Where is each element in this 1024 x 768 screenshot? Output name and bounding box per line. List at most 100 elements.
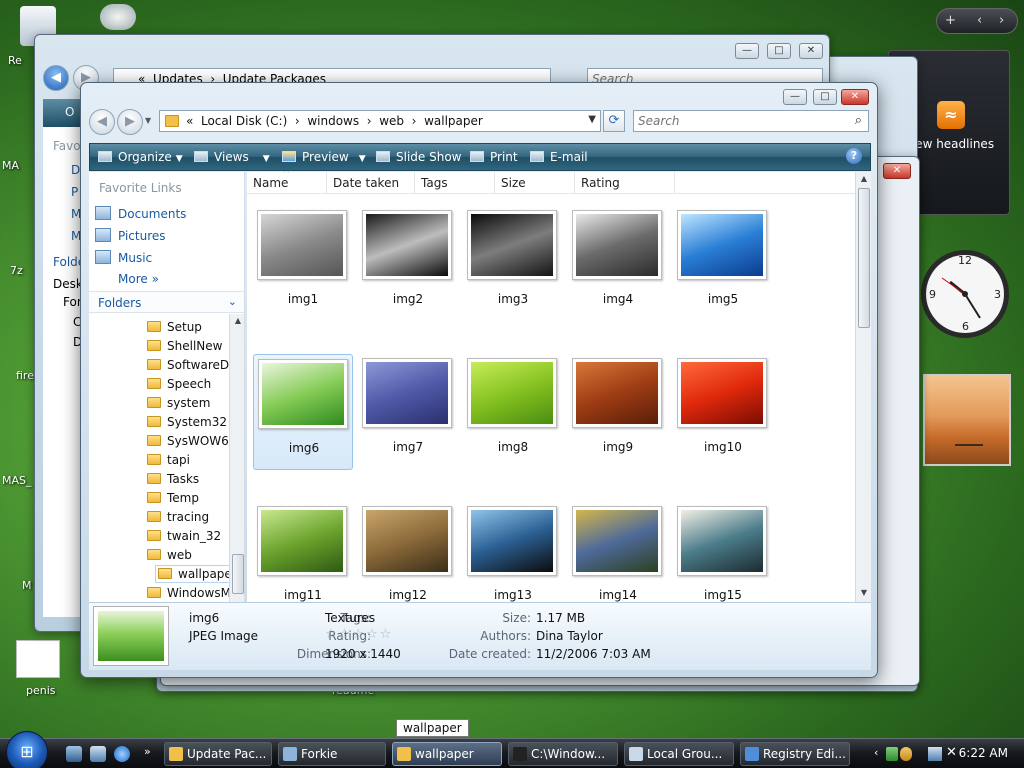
- file-thumbnail[interactable]: img10: [673, 354, 773, 470]
- tree-item[interactable]: ShellNew: [147, 339, 222, 353]
- file-thumbnail[interactable]: img6: [253, 354, 353, 470]
- back-button[interactable]: ◀: [43, 65, 69, 91]
- file-thumbnail[interactable]: img3: [463, 206, 563, 322]
- sidebar-controls[interactable]: + ‹ ›: [936, 8, 1018, 34]
- folders-header[interactable]: Folders ⌄: [89, 291, 244, 313]
- taskbar-button[interactable]: wallpaper: [392, 742, 502, 766]
- scrollbar-thumb[interactable]: [858, 188, 870, 328]
- authors-value[interactable]: Dina Taylor: [536, 629, 603, 643]
- tags-value[interactable]: Textures: [325, 611, 375, 625]
- close-button[interactable]: ✕: [841, 89, 869, 105]
- recent-pages-dropdown-icon[interactable]: ▼: [145, 116, 151, 125]
- tree-item[interactable]: system: [147, 396, 210, 410]
- shield-icon[interactable]: [886, 747, 898, 761]
- star-icon[interactable]: ☆: [339, 627, 353, 642]
- network-icon[interactable]: [928, 747, 942, 761]
- taskbar-button[interactable]: Forkie: [278, 742, 386, 766]
- tree-item[interactable]: web: [147, 548, 192, 562]
- tree-item[interactable]: tapi: [147, 453, 190, 467]
- file-list-scrollbar[interactable]: ▲ ▼: [855, 172, 871, 602]
- organize-button[interactable]: Organize ▼: [98, 150, 183, 164]
- chevron-left-icon[interactable]: ‹: [977, 13, 982, 28]
- desktop-icon-app[interactable]: [100, 4, 136, 30]
- users-icon[interactable]: [900, 747, 912, 761]
- chevron-right-icon[interactable]: ›: [999, 13, 1004, 28]
- file-thumbnail[interactable]: img12: [358, 502, 458, 602]
- nav-item[interactable]: For: [63, 295, 82, 309]
- toolbar-label[interactable]: O: [65, 105, 74, 119]
- slideshow-gadget[interactable]: [923, 374, 1011, 466]
- start-button[interactable]: ⊞: [6, 731, 48, 768]
- breadcrumb-item[interactable]: web: [379, 114, 404, 128]
- print-button[interactable]: Print: [470, 150, 518, 164]
- tray-arrow-icon[interactable]: ‹: [874, 746, 878, 759]
- file-thumbnail[interactable]: img7: [358, 354, 458, 470]
- maximize-button[interactable]: □: [813, 89, 837, 105]
- file-thumbnail[interactable]: img14: [568, 502, 668, 602]
- breadcrumb-item[interactable]: windows: [307, 114, 359, 128]
- file-thumbnail[interactable]: img1: [253, 206, 353, 322]
- tree-item[interactable]: SysWOW64: [147, 434, 236, 448]
- tree-item[interactable]: Setup: [147, 320, 202, 334]
- quick-launch-overflow-icon[interactable]: »: [144, 745, 151, 758]
- tree-item[interactable]: Tasks: [147, 472, 199, 486]
- back-button[interactable]: ◀: [89, 109, 115, 135]
- search-icon[interactable]: ⌕: [855, 113, 862, 128]
- column-header-date[interactable]: Date taken: [327, 172, 415, 194]
- tree-item[interactable]: System32: [147, 415, 227, 429]
- maximize-button[interactable]: □: [767, 43, 791, 59]
- favorite-link-music[interactable]: Music: [95, 250, 152, 265]
- star-icon[interactable]: ☆: [352, 627, 366, 642]
- column-header-tags[interactable]: Tags: [415, 172, 495, 194]
- scroll-up-icon[interactable]: ▲: [856, 174, 871, 183]
- file-thumbnail[interactable]: img11: [253, 502, 353, 602]
- forward-button[interactable]: ▶: [117, 109, 143, 135]
- taskbar-button[interactable]: C:\Window...: [508, 742, 618, 766]
- minimize-button[interactable]: —: [735, 43, 759, 59]
- nav-item[interactable]: Favo: [53, 139, 81, 153]
- star-icon[interactable]: ☆: [325, 627, 339, 642]
- star-icon[interactable]: ☆: [366, 627, 380, 642]
- tree-item[interactable]: WindowsM: [147, 586, 231, 600]
- email-button[interactable]: E-mail: [530, 150, 588, 164]
- scroll-down-icon[interactable]: ▼: [856, 588, 871, 597]
- scrollbar-thumb[interactable]: [232, 554, 244, 594]
- volume-muted-icon[interactable]: ✕: [946, 745, 957, 760]
- taskbar-button[interactable]: Local Grou...: [624, 742, 734, 766]
- switch-windows-icon[interactable]: [90, 746, 106, 762]
- file-thumbnail[interactable]: img15: [673, 502, 773, 602]
- favorite-link-pictures[interactable]: Pictures: [95, 228, 166, 243]
- search-box[interactable]: ⌕: [633, 110, 869, 132]
- refresh-button[interactable]: ⟳: [603, 110, 625, 132]
- add-gadget-icon[interactable]: +: [945, 13, 956, 28]
- views-button[interactable]: Views ▼: [194, 150, 270, 164]
- address-bar[interactable]: « Local Disk (C:) › windows › web › wall…: [159, 110, 601, 132]
- minimize-button[interactable]: —: [783, 89, 807, 105]
- folder-tree-scrollbar[interactable]: ▲: [229, 314, 244, 602]
- help-icon[interactable]: ?: [846, 148, 862, 164]
- file-thumbnail[interactable]: img4: [568, 206, 668, 322]
- star-icon[interactable]: ☆: [380, 627, 394, 642]
- breadcrumb-item[interactable]: wallpaper: [424, 114, 483, 128]
- clock-gadget[interactable]: 12 3 6 9: [920, 232, 1010, 356]
- favorite-link-more[interactable]: More »: [118, 272, 159, 286]
- nav-item[interactable]: D: [71, 163, 80, 177]
- breadcrumb-overflow-icon[interactable]: «: [186, 114, 193, 128]
- file-thumbnail[interactable]: img13: [463, 502, 563, 602]
- tree-item-selected[interactable]: wallpaper: [155, 565, 240, 583]
- desktop-icon-document[interactable]: [16, 640, 60, 678]
- preview-button[interactable]: Preview ▼: [282, 150, 366, 164]
- close-button[interactable]: ✕: [883, 163, 911, 179]
- tree-item[interactable]: twain_32: [147, 529, 221, 543]
- taskbar-button[interactable]: Update Pac...: [164, 742, 272, 766]
- favorite-link-documents[interactable]: Documents: [95, 206, 186, 221]
- search-input[interactable]: [634, 111, 844, 131]
- tree-item[interactable]: tracing: [147, 510, 209, 524]
- tree-item[interactable]: Temp: [147, 491, 199, 505]
- taskbar-button[interactable]: Registry Edi...: [740, 742, 850, 766]
- column-header-rating[interactable]: Rating: [575, 172, 675, 194]
- file-thumbnail[interactable]: img8: [463, 354, 563, 470]
- close-button[interactable]: ✕: [799, 43, 823, 59]
- file-thumbnail[interactable]: img5: [673, 206, 773, 322]
- internet-explorer-icon[interactable]: [114, 746, 130, 762]
